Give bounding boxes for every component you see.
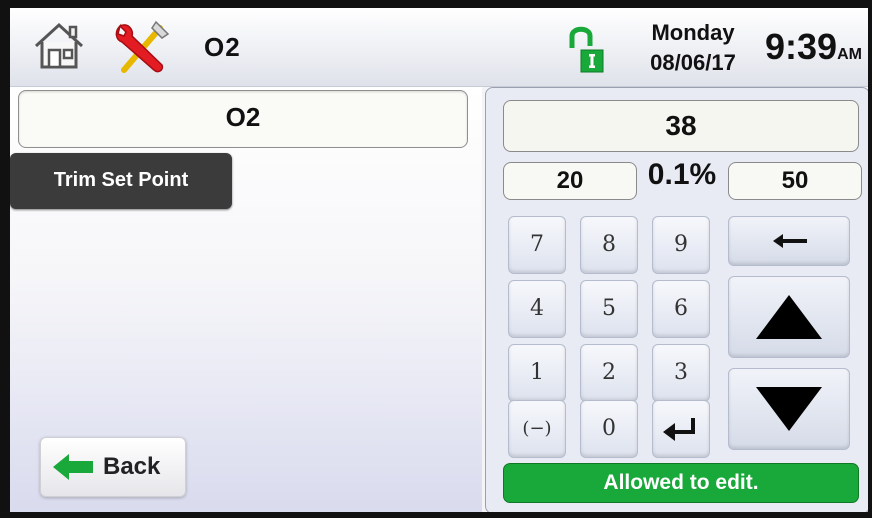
keypad-panel: 38 20 0.1% 50 7 8 9 4 5 6 1 2 3 (−) 0 Al…: [485, 87, 868, 512]
key-3[interactable]: 3: [652, 344, 710, 402]
time-value: 9:39: [765, 26, 838, 67]
date-label: 08/06/17: [650, 50, 736, 75]
device-screen: O2 Monday 08/06/17 9:39AM O2 Trim Set Po…: [10, 8, 868, 512]
home-icon: [34, 22, 84, 69]
tools-icon[interactable]: [110, 18, 174, 78]
key-9[interactable]: 9: [652, 216, 710, 274]
increment-key[interactable]: [728, 276, 850, 358]
key-5[interactable]: 5: [580, 280, 638, 338]
up-arrow-icon: [756, 295, 822, 339]
value-display: 38: [503, 100, 859, 152]
clock: 9:39AM: [765, 26, 862, 68]
min-value: 20: [503, 162, 637, 200]
ampm-label: AM: [837, 46, 862, 63]
key-2[interactable]: 2: [580, 344, 638, 402]
key-0[interactable]: 0: [580, 400, 638, 458]
max-value: 50: [728, 162, 862, 200]
back-button[interactable]: Back: [40, 437, 186, 497]
enter-key[interactable]: [652, 400, 710, 458]
header-bar: O2 Monday 08/06/17 9:39AM: [10, 8, 868, 87]
decrement-key[interactable]: [728, 368, 850, 450]
key-8[interactable]: 8: [580, 216, 638, 274]
back-button-label: Back: [103, 453, 161, 480]
backspace-arrow-icon: [773, 234, 807, 248]
edit-status-bar: Allowed to edit.: [503, 463, 859, 503]
home-button[interactable]: [32, 20, 86, 72]
left-panel: O2 Trim Set Point Back: [10, 87, 482, 512]
day-label: Monday: [651, 20, 735, 45]
trim-set-point-button[interactable]: Trim Set Point: [10, 153, 232, 209]
key-7[interactable]: 7: [508, 216, 566, 274]
enter-icon: [663, 418, 695, 441]
key-negate[interactable]: (−): [508, 400, 566, 458]
down-arrow-icon: [756, 387, 822, 431]
parameter-name-field: O2: [18, 90, 468, 148]
step-size-label: 0.1%: [647, 158, 717, 191]
key-6[interactable]: 6: [652, 280, 710, 338]
page-title: O2: [204, 32, 241, 62]
lock-icon: [565, 24, 611, 76]
key-4[interactable]: 4: [508, 280, 566, 338]
backspace-key[interactable]: [728, 216, 850, 266]
back-arrow-icon: [53, 454, 93, 480]
key-1[interactable]: 1: [508, 344, 566, 402]
